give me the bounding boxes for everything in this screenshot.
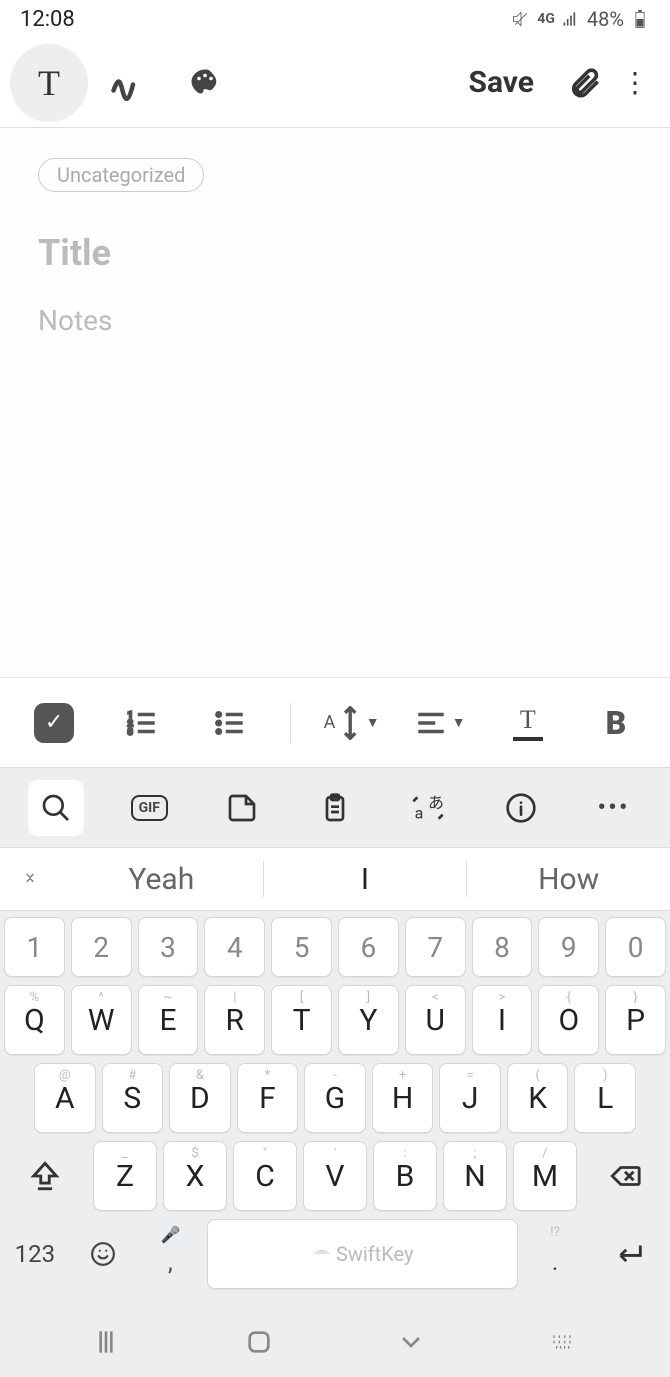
home-button[interactable] — [243, 1326, 275, 1362]
symbols-key[interactable]: 123 — [4, 1219, 66, 1289]
key-5[interactable]: 5 — [271, 917, 332, 977]
key-0[interactable]: 0 — [605, 917, 666, 977]
kb-more-button[interactable]: ••• — [585, 780, 641, 836]
key-W[interactable]: ^W — [71, 985, 132, 1055]
key-T[interactable]: [T — [271, 985, 332, 1055]
checklist-button[interactable]: ✓ — [26, 695, 82, 751]
key-4[interactable]: 4 — [204, 917, 265, 977]
key-O[interactable]: {O — [538, 985, 599, 1055]
numbered-list-button[interactable]: 123 — [114, 695, 170, 751]
key-S[interactable]: #S — [102, 1063, 164, 1133]
status-time: 12:08 — [20, 7, 75, 32]
key-Z[interactable]: _Z — [93, 1141, 157, 1211]
info-button[interactable] — [493, 780, 549, 836]
key-A[interactable]: @A — [34, 1063, 96, 1133]
svg-text:あ: あ — [428, 793, 444, 812]
font-size-button[interactable]: A ▼ — [324, 695, 380, 751]
status-bar: 12:08 4G 48% — [0, 0, 670, 38]
signal-icon — [561, 9, 581, 29]
emoji-key[interactable] — [72, 1219, 134, 1289]
key-9[interactable]: 9 — [538, 917, 599, 977]
category-chip[interactable]: Uncategorized — [38, 158, 204, 192]
key-Q[interactable]: %Q — [4, 985, 65, 1055]
key-C[interactable]: "C — [233, 1141, 297, 1211]
mute-icon — [511, 9, 531, 29]
comma-key[interactable]: 🎤 , — [140, 1219, 202, 1289]
key-7[interactable]: 7 — [405, 917, 466, 977]
key-H[interactable]: +H — [372, 1063, 434, 1133]
keyboard: 1234567890 %Q^W~E|R[T]Y<U>I{O}P @A#S&D*F… — [0, 911, 670, 1311]
network-label: 4G — [537, 11, 555, 27]
key-D[interactable]: &D — [169, 1063, 231, 1133]
suggestion-3[interactable]: How — [467, 862, 670, 897]
shift-key[interactable] — [4, 1141, 87, 1211]
key-8[interactable]: 8 — [472, 917, 533, 977]
keyboard-switch-button[interactable] — [548, 1326, 580, 1362]
note-content: Uncategorized — [0, 128, 670, 677]
notes-input[interactable] — [38, 304, 632, 337]
period-key[interactable]: !? . — [524, 1219, 586, 1289]
key-6[interactable]: 6 — [338, 917, 399, 977]
key-G[interactable]: -G — [304, 1063, 366, 1133]
key-F[interactable]: *F — [237, 1063, 299, 1133]
key-X[interactable]: $X — [163, 1141, 227, 1211]
key-I[interactable]: >I — [472, 985, 533, 1055]
key-P[interactable]: }P — [605, 985, 666, 1055]
key-1[interactable]: 1 — [4, 917, 65, 977]
key-L[interactable]: )L — [574, 1063, 636, 1133]
key-R[interactable]: |R — [204, 985, 265, 1055]
top-toolbar: T Save ⋮ — [0, 38, 670, 128]
battery-icon — [630, 9, 650, 29]
palette-button[interactable] — [166, 44, 244, 122]
clipboard-button[interactable] — [307, 780, 363, 836]
format-bar: ✓ 123 A ▼ ▼ T B — [0, 677, 670, 767]
kb-search-button[interactable] — [28, 780, 84, 836]
android-nav-bar — [0, 1311, 670, 1377]
svg-text:a: a — [414, 803, 423, 822]
key-Y[interactable]: ]Y — [338, 985, 399, 1055]
text-color-button[interactable]: T — [500, 695, 556, 751]
suggestion-1[interactable]: Yeah — [60, 862, 263, 897]
suggestion-2[interactable]: I — [264, 862, 467, 897]
key-K[interactable]: (K — [507, 1063, 569, 1133]
text-mode-button[interactable]: T — [10, 44, 88, 122]
space-key[interactable]: SwiftKey — [207, 1219, 518, 1289]
key-3[interactable]: 3 — [138, 917, 199, 977]
svg-text:3: 3 — [128, 727, 133, 737]
key-M[interactable]: /M — [513, 1141, 577, 1211]
save-button[interactable]: Save — [468, 65, 534, 100]
backspace-key[interactable] — [583, 1141, 666, 1211]
recents-button[interactable] — [90, 1326, 122, 1362]
key-U[interactable]: <U — [405, 985, 466, 1055]
separator — [290, 703, 291, 743]
key-2[interactable]: 2 — [71, 917, 132, 977]
key-N[interactable]: ;N — [443, 1141, 507, 1211]
key-B[interactable]: :B — [373, 1141, 437, 1211]
suggestion-row: ⌄⌃ Yeah I How — [0, 847, 670, 911]
draw-mode-button[interactable] — [88, 44, 166, 122]
bullet-list-button[interactable] — [202, 695, 258, 751]
key-E[interactable]: ~E — [138, 985, 199, 1055]
translate-button[interactable]: aあ — [400, 780, 456, 836]
collapse-suggestions-button[interactable]: ⌄⌃ — [0, 862, 60, 896]
gif-button[interactable]: GIF — [121, 780, 177, 836]
keyboard-toolbar: GIF aあ ••• — [0, 767, 670, 847]
key-V[interactable]: 'V — [303, 1141, 367, 1211]
more-button[interactable]: ⋮ — [610, 58, 660, 108]
sticker-button[interactable] — [214, 780, 270, 836]
back-button[interactable] — [395, 1326, 427, 1362]
battery-pct: 48% — [587, 7, 624, 31]
attach-button[interactable] — [560, 58, 610, 108]
title-input[interactable] — [38, 232, 632, 274]
bold-button[interactable]: B — [588, 695, 644, 751]
enter-key[interactable] — [592, 1219, 666, 1289]
key-J[interactable]: =J — [439, 1063, 501, 1133]
align-button[interactable]: ▼ — [412, 695, 468, 751]
status-right: 4G 48% — [511, 7, 650, 31]
